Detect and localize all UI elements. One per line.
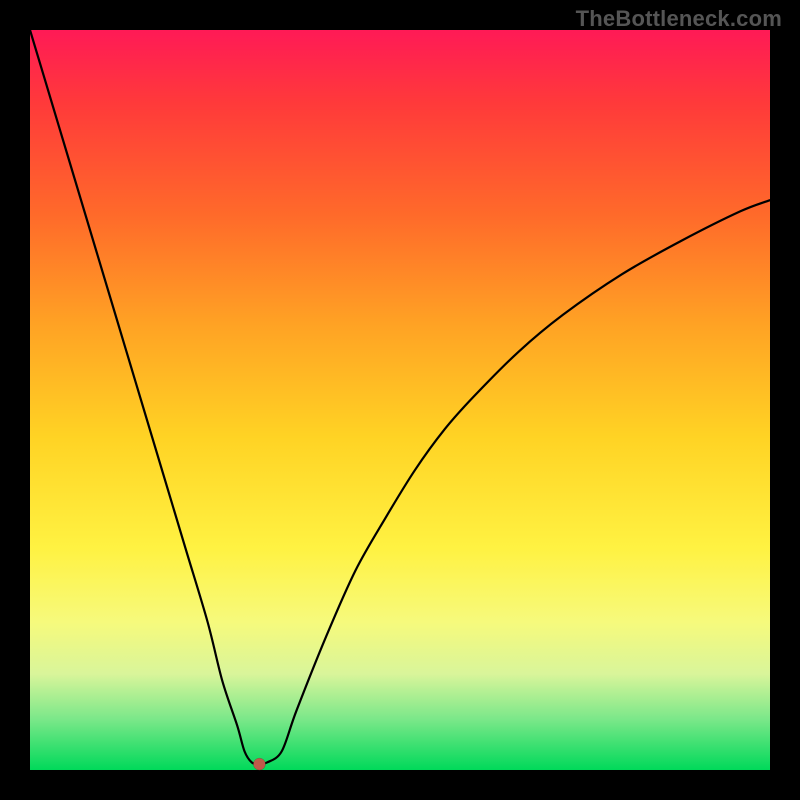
watermark-text: TheBottleneck.com [576,6,782,32]
bottleneck-curve [30,30,770,764]
curve-layer [30,30,770,770]
chart-stage: TheBottleneck.com [0,0,800,800]
minimum-marker [253,758,265,770]
plot-area [30,30,770,770]
